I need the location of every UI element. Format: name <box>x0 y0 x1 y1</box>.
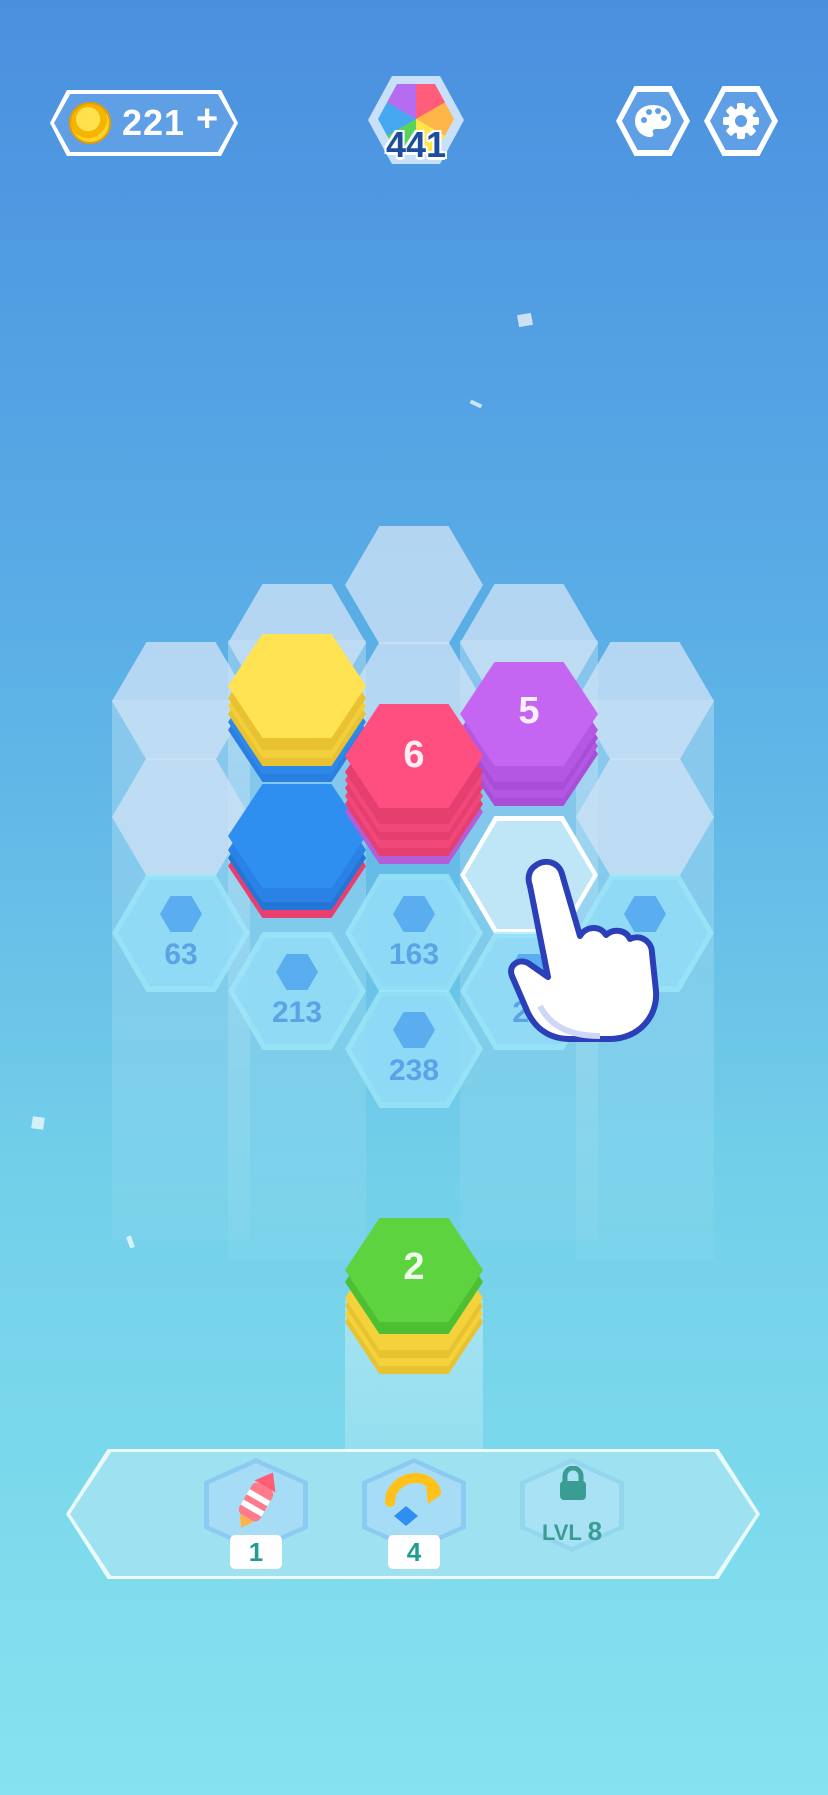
confetti-speck <box>517 312 533 328</box>
unlock-cost: 238 <box>388 1054 440 1087</box>
next-tile-stack-green[interactable]: 2 <box>345 1218 483 1374</box>
board-cell[interactable] <box>345 526 483 644</box>
unlock-level-prefix: LVL <box>541 1520 582 1545</box>
confetti-speck <box>469 399 483 409</box>
coin-icon <box>69 102 111 144</box>
unlock-cost: 213 <box>271 996 323 1029</box>
lock-icon <box>560 1466 586 1500</box>
rocket-icon <box>238 1472 276 1528</box>
stack-count: 2 <box>403 1246 425 1288</box>
stack-count: 6 <box>403 734 425 776</box>
swap-icon <box>385 1472 442 1526</box>
confetti-speck <box>31 1116 45 1130</box>
tile-stack-pink[interactable]: 6 <box>345 704 483 874</box>
unlock-level-label: LVL 8 <box>522 1516 622 1547</box>
palette-icon <box>635 105 671 137</box>
unlock-level-number: 8 <box>587 1516 603 1546</box>
unlock-cost: 63 <box>164 938 198 971</box>
unlock-cost: 163 <box>388 938 440 971</box>
booster-count: 1 <box>230 1535 282 1569</box>
gear-icon <box>723 103 759 139</box>
tutorial-hand-icon <box>508 858 660 1042</box>
add-coins-button[interactable]: + <box>196 98 218 141</box>
coin-amount: 221 <box>122 102 186 143</box>
booster-count: 4 <box>388 1535 440 1569</box>
level-number: 441 <box>385 124 447 165</box>
